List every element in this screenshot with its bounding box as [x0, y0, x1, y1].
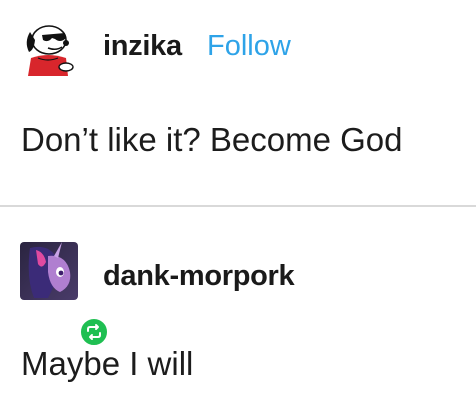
avatar[interactable] — [20, 242, 110, 348]
username[interactable]: inzika — [103, 30, 182, 63]
avatar[interactable] — [18, 18, 76, 76]
snoopy-avatar-icon — [26, 25, 74, 76]
post-text: Maybe I will — [21, 345, 194, 382]
pony-avatar-icon — [20, 242, 78, 300]
reblog-badge — [78, 316, 110, 348]
follow-button[interactable]: Follow — [207, 30, 291, 63]
username[interactable]: dank-morpork — [103, 260, 295, 293]
reblog-icon — [87, 324, 101, 340]
post: inzika Follow Don’t like it? Become God — [0, 0, 476, 206]
post-text: Don’t like it? Become God — [21, 121, 403, 158]
divider — [0, 205, 476, 207]
post: dank-morpork Maybe I will — [0, 208, 476, 418]
